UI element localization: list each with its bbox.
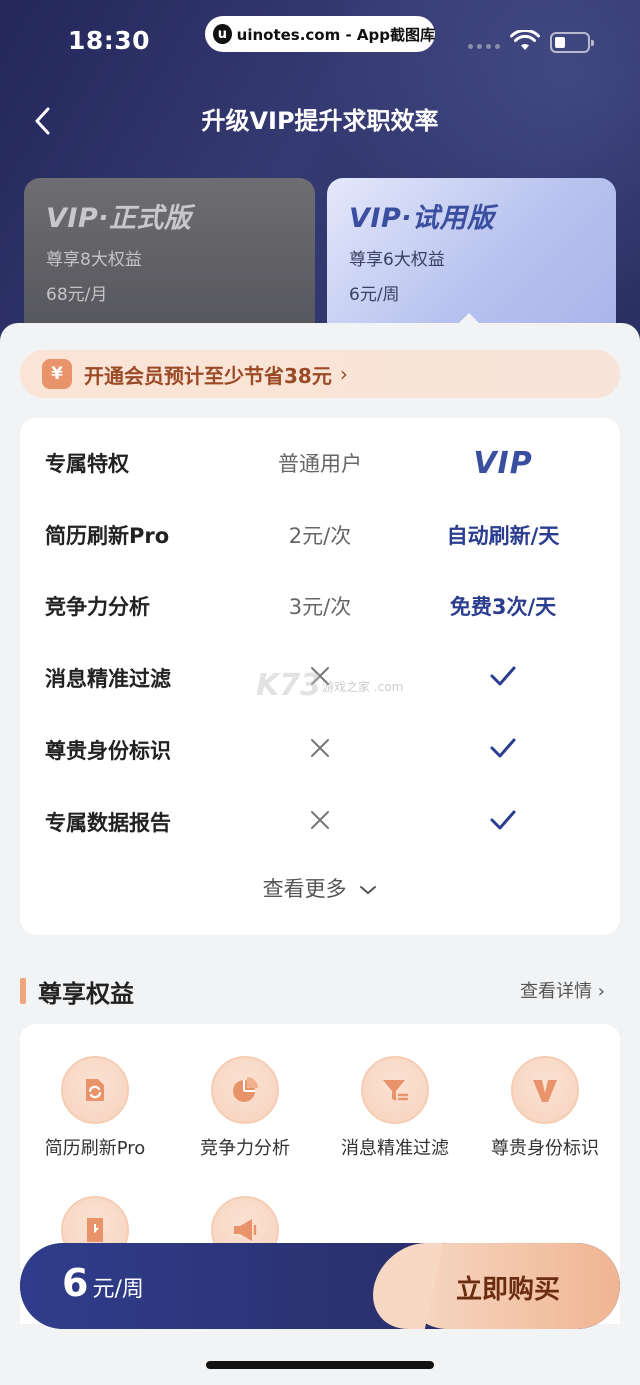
section-title: 尊享权益: [38, 980, 134, 1008]
check-icon: [490, 666, 516, 685]
plan-benefits: 尊享8大权益: [46, 250, 142, 270]
plan-name: VIP·试用版: [349, 203, 495, 234]
view-details-link[interactable]: 查看详情 ›: [520, 977, 605, 1003]
check-icon: [490, 810, 516, 829]
normal-value: [220, 809, 420, 836]
feature-name: 专属数据报告: [45, 811, 171, 835]
plan-price: 6元/周: [349, 285, 400, 305]
normal-value: 2元/次: [288, 524, 352, 548]
cross-icon: [311, 738, 329, 757]
buy-now-button[interactable]: 立即购买: [404, 1243, 620, 1329]
benefit-item-competitiveness[interactable]: 竞争力分析: [170, 1056, 320, 1160]
table-row: 尊贵身份标识: [20, 725, 620, 775]
status-time: 18:30: [68, 26, 151, 55]
feature-name: 消息精准过滤: [45, 667, 171, 691]
benefit-label: 消息精准过滤: [341, 1138, 449, 1159]
vip-value: 免费3次/天: [449, 595, 557, 619]
purchase-bar: 6 元/周 立即购买: [20, 1243, 620, 1329]
watermark-badge: u uinotes.com - App截图库: [205, 16, 435, 52]
v-badge-icon: [511, 1056, 579, 1124]
feature-name: 简历刷新Pro: [45, 524, 170, 548]
watermark-text: uinotes.com - App截图库: [236, 25, 435, 44]
saving-banner[interactable]: ¥ 开通会员预计至少节省38元 ›: [20, 350, 620, 398]
normal-value: 3元/次: [288, 595, 352, 619]
price-display: 6 元/周: [62, 1261, 144, 1305]
cellular-signal-icon: [468, 44, 500, 49]
benefit-item-resume-refresh[interactable]: 简历刷新Pro: [20, 1056, 170, 1160]
battery-icon: [550, 32, 594, 53]
header-vip: VIP: [473, 445, 533, 481]
page-title: 升级VIP提升求职效率: [201, 107, 439, 135]
view-more-button[interactable]: 查看更多: [20, 873, 620, 903]
watermark-logo-icon: u: [213, 24, 232, 44]
vip-value: [403, 665, 603, 692]
filter-icon: [361, 1056, 429, 1124]
cross-icon: [311, 810, 329, 829]
benefit-label: 简历刷新Pro: [44, 1138, 146, 1159]
saving-text: 开通会员预计至少节省38元: [84, 363, 332, 388]
chevron-right-icon: ›: [339, 362, 348, 386]
k73-watermark-sub: 游戏之家 .com: [322, 680, 404, 694]
check-icon: [490, 738, 516, 757]
wifi-icon: [510, 30, 540, 50]
plan-benefits: 尊享6大权益: [349, 250, 445, 270]
table-row: 简历刷新Pro 2元/次 自动刷新/天: [20, 510, 620, 560]
buy-now-label: 立即购买: [456, 1275, 561, 1305]
table-row: 专属数据报告: [20, 797, 620, 847]
plan-price: 68元/月: [46, 285, 108, 305]
selected-plan-pointer: [458, 313, 480, 324]
yen-coupon-icon: ¥: [42, 359, 72, 389]
benefit-item-identity-badge[interactable]: 尊贵身份标识: [470, 1056, 620, 1160]
table-header-row: 专属特权 普通用户 VIP: [20, 438, 620, 488]
header-normal-user: 普通用户: [278, 452, 362, 476]
feature-name: 竞争力分析: [45, 595, 150, 619]
benefit-label: 竞争力分析: [200, 1138, 290, 1159]
plan-card-formal[interactable]: VIP·正式版 尊享8大权益 68元/月: [24, 178, 315, 338]
refresh-icon: [61, 1056, 129, 1124]
price-unit: 元/周: [92, 1277, 144, 1302]
vip-value: [403, 809, 603, 836]
price-number: 6: [62, 1261, 89, 1305]
plan-name: VIP·正式版: [46, 203, 192, 234]
home-indicator[interactable]: [206, 1361, 434, 1369]
benefit-label: 尊贵身份标识: [491, 1138, 599, 1159]
vip-value: [403, 737, 603, 764]
chevron-down-icon: [360, 886, 377, 895]
view-more-label: 查看更多: [262, 877, 347, 901]
normal-value: [220, 737, 420, 764]
header-feature: 专属特权: [45, 452, 129, 476]
feature-name: 尊贵身份标识: [45, 739, 171, 763]
benefit-item-message-filter[interactable]: 消息精准过滤: [320, 1056, 470, 1160]
k73-watermark: K73: [256, 668, 321, 703]
vip-value: 自动刷新/天: [446, 524, 560, 548]
section-accent-bar: [20, 978, 26, 1004]
pie-chart-icon: [211, 1056, 279, 1124]
table-row: 竞争力分析 3元/次 免费3次/天: [20, 581, 620, 631]
